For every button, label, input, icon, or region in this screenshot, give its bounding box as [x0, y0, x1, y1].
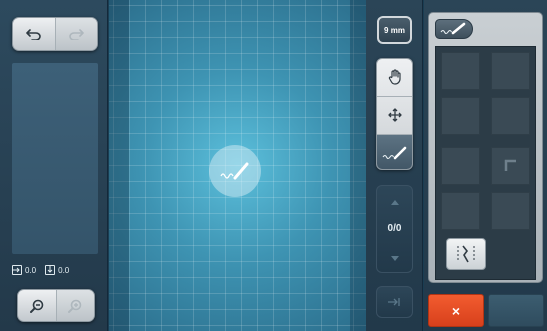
cancel-button[interactable]: × [428, 294, 484, 327]
y-offset-value: 0.0 [58, 265, 70, 275]
next-stitch-button[interactable] [377, 244, 412, 272]
stitch-cell[interactable] [441, 147, 480, 185]
preview-area [12, 63, 98, 254]
jump-stitch-icon [387, 296, 403, 308]
stitch-selector-icon [455, 244, 477, 264]
zoom-in-icon [67, 298, 83, 314]
stitch-selection-frame [428, 12, 543, 283]
tool-column: 9 mm 0/0 [366, 0, 423, 331]
canvas-left-margin [109, 0, 129, 331]
zoom-out-icon [29, 298, 45, 314]
canvas-right-margin [350, 0, 366, 331]
stitch-selector-button[interactable] [446, 238, 486, 270]
horizontal-offset-icon [12, 265, 22, 275]
move-arrows-icon [387, 107, 402, 122]
undo-redo-group [12, 17, 98, 51]
position-readout: 0.0 0.0 [12, 262, 98, 278]
zoom-in-button[interactable] [55, 290, 94, 321]
undo-icon [25, 28, 42, 40]
pan-tool-button[interactable] [377, 59, 412, 95]
stitch-cell[interactable] [441, 52, 480, 90]
stitch-cell[interactable] [441, 192, 480, 230]
stitch-cell[interactable] [441, 97, 480, 135]
needle-position-marker[interactable] [209, 145, 261, 197]
zoom-group [17, 289, 95, 322]
straight-stitch-icon [382, 145, 408, 161]
stitch-cell[interactable] [491, 52, 530, 90]
stitch-grid [435, 46, 536, 280]
stitch-panel: × [424, 0, 547, 331]
stitch-cell[interactable] [491, 97, 530, 135]
undo-button[interactable] [13, 18, 55, 50]
x-offset-value: 0.0 [25, 265, 37, 275]
vertical-offset-icon [45, 265, 56, 275]
stitch-cell[interactable] [491, 147, 530, 185]
corner-stitch-icon [504, 159, 518, 173]
zoom-out-button[interactable] [18, 290, 56, 321]
stitch-tool-button[interactable] [377, 134, 412, 169]
stitch-length-button[interactable]: 9 mm [377, 16, 412, 44]
stitch-cell[interactable] [491, 192, 530, 230]
left-panel: 0.0 0.0 [0, 0, 108, 331]
redo-button[interactable] [54, 18, 97, 50]
sewing-canvas[interactable] [109, 0, 366, 331]
stitch-category-tab[interactable] [435, 19, 473, 39]
tool-stack [376, 58, 413, 170]
jump-stitch-button[interactable] [376, 286, 413, 318]
hand-icon [388, 69, 402, 85]
move-tool-button[interactable] [377, 96, 412, 132]
straight-stitch-icon [220, 160, 250, 182]
previous-stitch-button[interactable] [377, 188, 412, 216]
redo-icon [68, 28, 85, 40]
straight-stitch-icon [440, 22, 468, 36]
stitch-navigator: 0/0 [376, 185, 413, 273]
chevron-down-icon [390, 255, 399, 261]
chevron-up-icon [390, 199, 399, 205]
stitch-counter: 0/0 [387, 223, 402, 234]
confirm-button[interactable] [488, 294, 544, 327]
